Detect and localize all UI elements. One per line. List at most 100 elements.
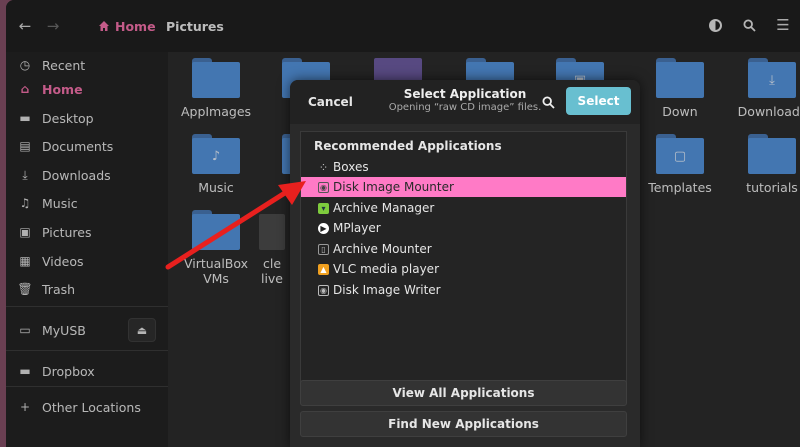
sidebar-item-label: Pictures: [42, 224, 92, 240]
file-label: Templates: [648, 180, 712, 195]
disk-image-icon: ◉: [318, 181, 329, 193]
sidebar-divider: [6, 386, 168, 387]
download-icon: ⤓: [22, 167, 28, 182]
sidebar-item-other-locations[interactable]: + Other Locations: [6, 394, 168, 420]
sidebar-item-trash[interactable]: 🗑︎ Trash: [6, 276, 168, 302]
breadcrumb-home-label: Home: [115, 18, 156, 34]
breadcrumb-pictures[interactable]: Pictures: [166, 14, 224, 38]
usb-drive-icon: ▭: [19, 323, 31, 337]
folder-icon: [748, 134, 796, 174]
file-item-down[interactable]: Down: [640, 58, 720, 119]
download-folder-icon: ⤓: [748, 58, 796, 98]
boxes-icon: ⁘: [320, 162, 327, 172]
dialog-header: Cancel Select Application Opening “raw C…: [290, 80, 640, 124]
sidebar-item-downloads[interactable]: ⤓ Downloads: [6, 162, 168, 188]
sidebar-item-label: Downloads: [42, 167, 111, 183]
sidebar-item-videos[interactable]: ▦ Videos: [6, 248, 168, 274]
sidebar-item-desktop[interactable]: ▬ Desktop: [6, 105, 168, 131]
sidebar-item-pictures[interactable]: ▣ Pictures: [6, 219, 168, 245]
folder-icon: [656, 58, 704, 98]
file-item-downloads[interactable]: ⤓ Downloads: [732, 58, 800, 119]
file-label: cle: [262, 256, 282, 271]
video-icon: ▦: [19, 254, 31, 268]
sidebar-item-label: Dropbox: [42, 363, 95, 379]
file-icon: [259, 210, 285, 250]
file-item-tutorials[interactable]: tutorials: [732, 134, 800, 195]
sidebar-item-label: Other Locations: [42, 399, 141, 415]
file-label: Down: [662, 104, 698, 119]
app-row-disk-image-writer[interactable]: ◉ Disk Image Writer: [301, 280, 626, 300]
sidebar-item-label: Home: [42, 81, 83, 97]
find-new-applications-button[interactable]: Find New Applications: [300, 411, 627, 437]
file-item-partial[interactable]: cle live: [252, 210, 292, 286]
sidebar-divider: [6, 306, 168, 307]
app-row-archive-mounter[interactable]: ▯ Archive Mounter: [301, 239, 626, 259]
sidebar-item-recent[interactable]: ◷ Recent: [6, 52, 168, 78]
sidebar-item-label: MyUSB: [42, 322, 86, 338]
sidebar-item-label: Documents: [42, 138, 114, 154]
breadcrumb-home[interactable]: Home: [94, 14, 160, 38]
trash-icon: 🗑︎: [17, 282, 33, 296]
select-button[interactable]: Select: [566, 87, 631, 115]
folder-icon: [192, 210, 240, 250]
contrast-icon: [708, 18, 722, 32]
archive-icon: ▾: [318, 202, 329, 214]
desktop-icon: ▬: [19, 111, 31, 125]
documents-icon: ▤: [19, 139, 31, 153]
pictures-icon: ▣: [19, 225, 31, 239]
sidebar-item-label: Trash: [42, 281, 76, 297]
app-label: Disk Image Writer: [333, 283, 441, 297]
app-label: Boxes: [333, 160, 369, 174]
file-item-virtualbox-vms[interactable]: VirtualBox VMs: [176, 210, 256, 286]
file-label: Music: [198, 180, 234, 195]
sidebar-item-label: Desktop: [42, 110, 94, 126]
app-label: Archive Manager: [333, 201, 435, 215]
app-row-disk-image-mounter[interactable]: ◉ Disk Image Mounter: [301, 177, 626, 197]
mplayer-icon: ▶: [318, 222, 329, 234]
menu-icon[interactable]: ☰: [772, 14, 794, 36]
app-row-boxes[interactable]: ⁘ Boxes: [301, 157, 626, 177]
app-row-archive-manager[interactable]: ▾ Archive Manager: [301, 198, 626, 218]
archive-mount-icon: ▯: [318, 243, 329, 255]
search-icon[interactable]: [538, 92, 558, 112]
file-item-templates[interactable]: ▢ Templates: [640, 134, 720, 195]
search-icon[interactable]: [738, 14, 760, 36]
select-application-dialog: Cancel Select Application Opening “raw C…: [290, 80, 640, 447]
cancel-button[interactable]: Cancel: [300, 90, 361, 114]
app-label: MPlayer: [333, 221, 381, 235]
folder-icon: [192, 58, 240, 98]
templates-folder-icon: ▢: [656, 134, 704, 174]
app-label: Disk Image Mounter: [333, 180, 454, 194]
file-label: live: [260, 271, 284, 286]
file-item-appimages[interactable]: AppImages: [176, 58, 256, 119]
folder-icon: ▬: [19, 364, 31, 378]
eject-icon: ⏏: [136, 323, 148, 337]
app-label: Archive Mounter: [333, 242, 432, 256]
view-all-applications-button[interactable]: View All Applications: [300, 380, 627, 406]
music-folder-icon: ♪: [192, 134, 240, 174]
clock-icon: ◷: [19, 58, 31, 72]
sidebar-item-music[interactable]: ♫ Music: [6, 190, 168, 216]
header-bar: ← → Home Pictures ☰: [6, 0, 800, 52]
app-label: VLC media player: [333, 262, 440, 276]
view-toggle-button[interactable]: [704, 14, 726, 36]
home-icon: [99, 21, 109, 31]
sidebar-item-home[interactable]: ⌂ Home: [6, 76, 168, 102]
file-item-music[interactable]: ♪ Music: [176, 134, 256, 195]
file-label: Downloads: [737, 104, 800, 119]
forward-arrow-icon[interactable]: →: [42, 15, 64, 37]
plus-icon: +: [19, 400, 31, 414]
sidebar-item-documents[interactable]: ▤ Documents: [6, 133, 168, 159]
app-row-vlc[interactable]: ▲ VLC media player: [301, 259, 626, 279]
file-label: AppImages: [180, 104, 252, 119]
vlc-icon: ▲: [318, 263, 329, 275]
home-icon: ⌂: [20, 82, 30, 96]
file-label: VirtualBox VMs: [183, 256, 249, 286]
sidebar: ◷ Recent ⌂ Home ▬ Desktop ▤ Documents ⤓ …: [6, 52, 168, 447]
sidebar-item-dropbox[interactable]: ▬ Dropbox: [6, 358, 168, 384]
sidebar-item-label: Music: [42, 195, 78, 211]
eject-button[interactable]: ⏏: [128, 318, 156, 342]
back-arrow-icon[interactable]: ←: [14, 15, 36, 37]
sidebar-item-label: Videos: [42, 253, 84, 269]
app-row-mplayer[interactable]: ▶ MPlayer: [301, 218, 626, 238]
